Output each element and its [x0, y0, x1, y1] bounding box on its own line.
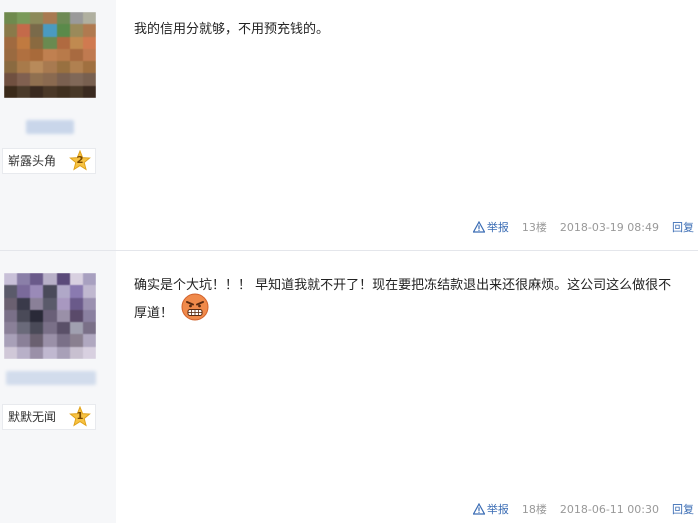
comment-meta: 举报 18楼 2018-06-11 00:30 回复 [472, 502, 694, 517]
user-level-badge: 默默无闻 1 [2, 404, 96, 430]
report-label[interactable]: 举报 [487, 221, 509, 234]
post-timestamp: 2018-03-19 08:49 [559, 221, 659, 234]
report-link[interactable]: 举报 [472, 220, 513, 234]
warning-triangle-icon [472, 220, 486, 233]
comment-post: 默默无闻 1 确实是个大坑！！！ 早知道我就不开了！现在要把冻结款退出来还很麻烦… [0, 251, 698, 523]
post-timestamp: 2018-06-11 00:30 [559, 503, 659, 516]
report-link[interactable]: 举报 [472, 502, 513, 516]
warning-triangle-icon [472, 502, 486, 515]
user-sidebar: 默默无闻 1 [0, 251, 116, 523]
level-number: 2 [76, 155, 84, 166]
user-sidebar: 崭露头角 2 [0, 0, 116, 250]
level-name: 默默无闻 [8, 410, 57, 424]
comment-text-body: 确实是个大坑！！！ 早知道我就不开了！现在要把冻结款退出来还很麻烦。这公司这么做… [134, 278, 672, 321]
user-level-badge: 崭露头角 2 [2, 148, 96, 174]
floor-number: 13楼 [521, 221, 547, 234]
star-icon: 1 [69, 405, 91, 428]
reply-link[interactable]: 回复 [672, 503, 694, 516]
reply-link[interactable]: 回复 [672, 221, 694, 234]
angry-face-icon [181, 293, 209, 321]
comment-text: 确实是个大坑！！！ 早知道我就不开了！现在要把冻结款退出来还很麻烦。这公司这么做… [134, 272, 682, 328]
comment-list: 崭露头角 2 我的信用分就够，不用预充钱的。 举报 13楼 2018-03-19… [0, 0, 698, 523]
level-name: 崭露头角 [8, 154, 57, 168]
star-icon: 2 [69, 149, 91, 172]
username-blurred[interactable] [6, 371, 96, 385]
comment-post: 崭露头角 2 我的信用分就够，不用预充钱的。 举报 13楼 2018-03-19… [0, 0, 698, 251]
avatar[interactable] [4, 273, 96, 359]
comment-text: 我的信用分就够，不用预充钱的。 [134, 22, 330, 37]
avatar[interactable] [4, 12, 96, 98]
comment-meta: 举报 13楼 2018-03-19 08:49 回复 [472, 220, 694, 235]
report-label[interactable]: 举报 [487, 503, 509, 516]
username-blurred[interactable] [26, 120, 74, 134]
floor-number: 18楼 [521, 503, 547, 516]
level-number: 1 [76, 411, 84, 422]
